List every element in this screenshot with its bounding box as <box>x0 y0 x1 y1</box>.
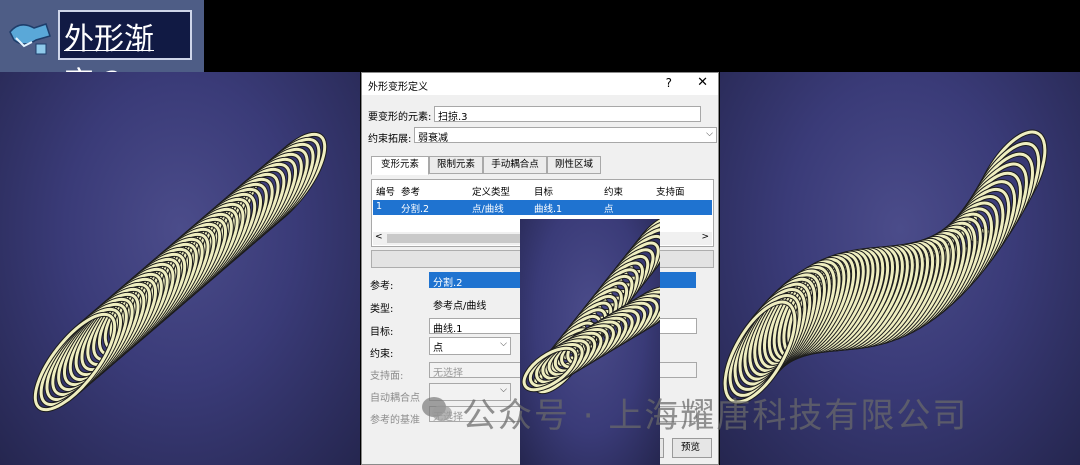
col-header: 定义类型 <box>472 187 511 198</box>
extension-label: 约束拓展: <box>368 134 412 145</box>
deformation-tool-icon <box>9 23 51 55</box>
tab-manual-coupling[interactable]: 手动耦合点 <box>483 156 547 174</box>
col-header: 约束 <box>604 187 624 198</box>
support-label: 支持面: <box>370 371 404 382</box>
auto-coupling-label: 自动耦合点 <box>370 393 420 404</box>
extension-value: 弱衰减 <box>418 133 448 143</box>
feature-header: 外形渐变.2 <box>0 0 204 101</box>
tab-limit-elements[interactable]: 限制元素 <box>429 156 483 174</box>
element-label: 要变形的元素: <box>368 112 432 123</box>
type-label: 类型: <box>370 304 394 315</box>
tab-rigid-areas[interactable]: 刚性区域 <box>547 156 601 174</box>
wechat-icon <box>422 397 452 421</box>
col-header: 参考 <box>401 187 421 198</box>
element-field[interactable]: 扫掠.3 <box>434 106 701 122</box>
col-header: 编号 <box>376 187 396 198</box>
black-band <box>204 0 1080 72</box>
cell: 1 <box>376 201 383 212</box>
straight-coil-model <box>32 131 328 413</box>
chevron-down-icon: ⌵ <box>500 339 507 349</box>
extension-select[interactable]: 弱衰减 ⌵ <box>414 127 717 143</box>
col-header: 目标 <box>534 187 554 198</box>
col-header: 支持面 <box>656 187 685 198</box>
scroll-right-arrow[interactable]: > <box>701 232 709 242</box>
target-label: 目标: <box>370 327 394 338</box>
viewport-original <box>0 72 360 465</box>
scroll-thumb[interactable] <box>387 234 527 243</box>
watermark-text: 公众号 · 上海耀唐科技有限公司 <box>462 396 969 436</box>
constraint-label: 约束: <box>370 349 394 360</box>
ref-label: 参考: <box>370 281 394 292</box>
scroll-left-arrow[interactable]: < <box>375 232 383 242</box>
cell: 点/曲线 <box>472 204 504 215</box>
cell: 曲线.1 <box>534 204 563 215</box>
constraint-select[interactable]: 点 ⌵ <box>429 337 511 355</box>
chevron-down-icon: ⌵ <box>706 129 713 139</box>
refdir-label: 参考的基准 <box>370 415 420 426</box>
tab-deform-elements[interactable]: 变形元素 <box>371 156 429 175</box>
dialog-titlebar: 外形变形定义 ? ✕ <box>362 73 718 95</box>
dialog-title: 外形变形定义 <box>368 82 428 93</box>
table-row[interactable]: 1 分割.2 点/曲线 曲线.1 点 <box>373 200 712 215</box>
constraint-value: 点 <box>433 343 443 354</box>
preview-button[interactable]: 预览 <box>672 438 712 458</box>
close-icon[interactable]: ✕ <box>697 75 708 90</box>
type-value: 参考点/曲线 <box>429 295 522 311</box>
cell: 分割.2 <box>401 204 430 215</box>
cell: 点 <box>604 204 614 215</box>
help-icon[interactable]: ? <box>666 76 672 90</box>
